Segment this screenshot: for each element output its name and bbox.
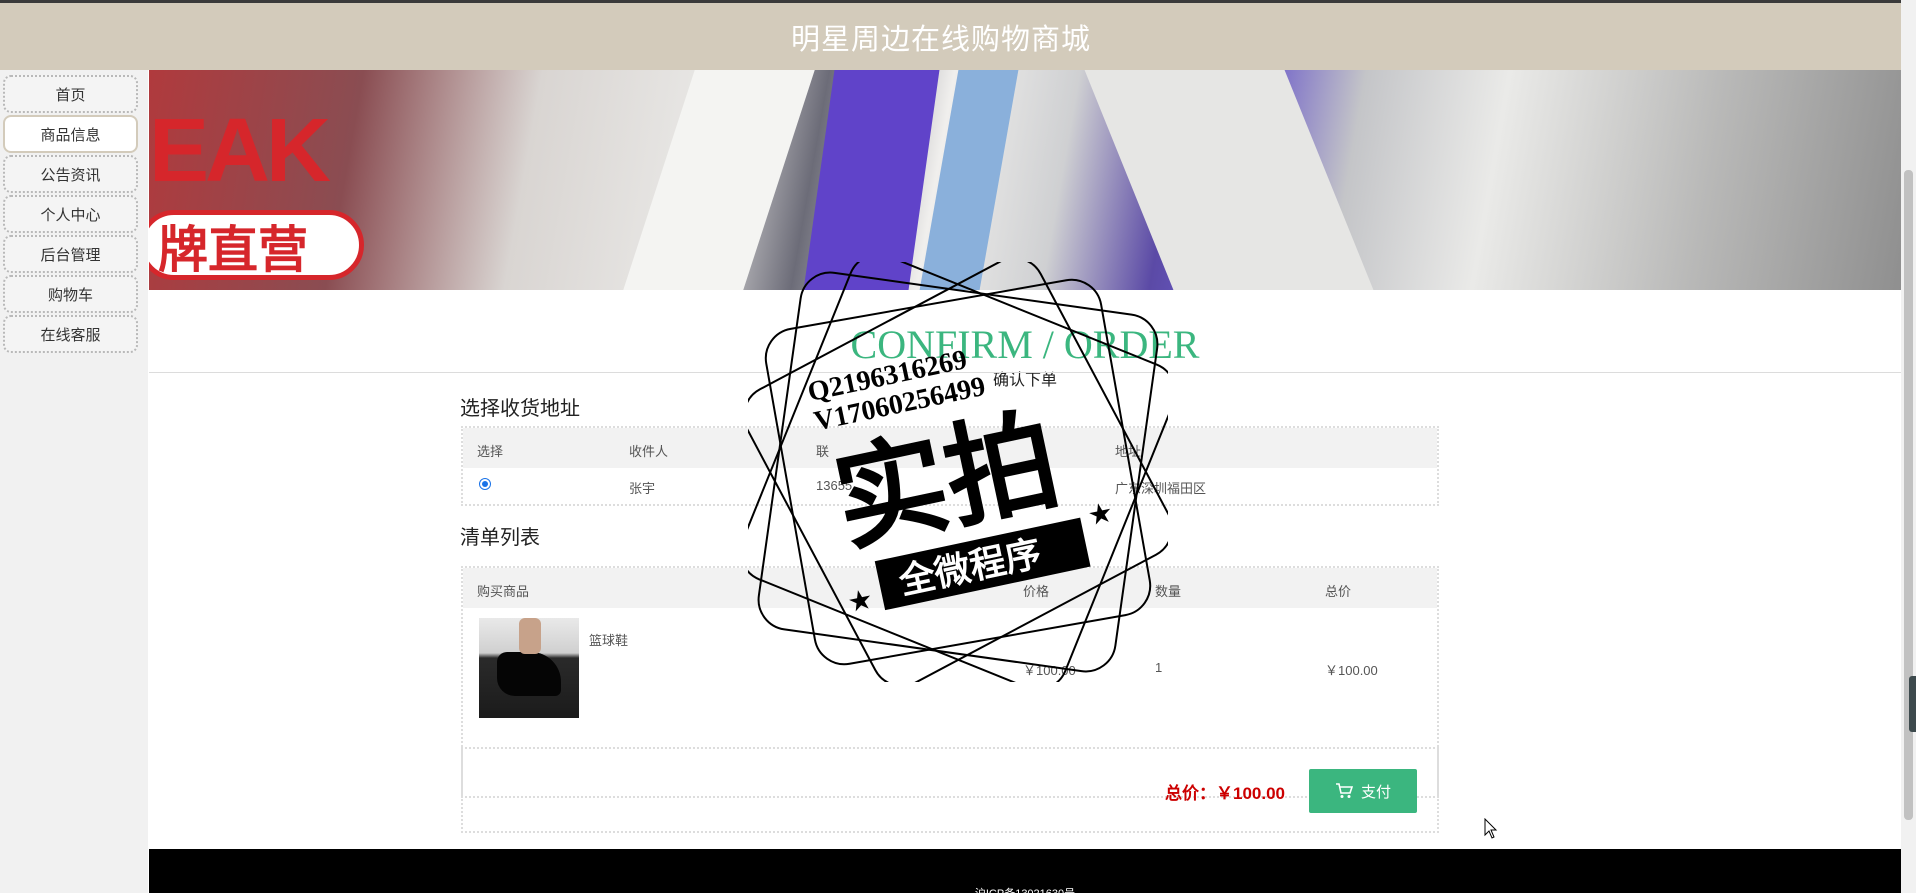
recipient-phone: 13655 [816, 478, 853, 493]
sidebar-item-products[interactable]: 商品信息 [3, 115, 138, 153]
banner-brand-graphic: EAK [149, 101, 331, 201]
section-divider [149, 372, 1901, 373]
order-summary: 总价：￥100.00 支付 [461, 747, 1439, 833]
pay-button-label: 支付 [1360, 783, 1391, 801]
sidebar-item-cart[interactable]: 购物车 [3, 275, 138, 313]
sidebar-item-profile[interactable]: 个人中心 [3, 195, 138, 233]
col-recipient: 收件人 [629, 444, 669, 459]
address-heading: 选择收货地址 [460, 398, 580, 420]
col-product: 购买商品 [477, 584, 530, 599]
sidebar-item-home[interactable]: 首页 [3, 75, 138, 113]
col-total: 总价 [1325, 584, 1352, 599]
section-subtitle: 确认下单 [992, 372, 1057, 389]
product-quantity: 1 [1155, 660, 1163, 675]
main-content: EAK 牌直营 CONFIRM / ORDER 确认下单 选择收货地址 选择 收… [149, 70, 1901, 893]
site-title: 明星周边在线购物商城 [790, 23, 1091, 56]
col-phone: 联 [816, 444, 830, 459]
banner-image: EAK 牌直营 [149, 70, 1901, 290]
cart-icon [1335, 783, 1353, 798]
sidebar-item-support[interactable]: 在线客服 [3, 315, 138, 353]
address-table-header: 选择 收件人 联 地址 [463, 428, 1437, 468]
mouse-cursor-icon [1484, 818, 1498, 839]
site-footer: 沪ICP备13021630号 [149, 849, 1901, 893]
sidebar-item-news[interactable]: 公告资讯 [3, 155, 138, 193]
recipient-address: 广东深圳福田区 [1115, 481, 1207, 496]
product-price: ￥100.00 [1023, 663, 1076, 678]
col-price: 价格 [1023, 584, 1050, 599]
recipient-name: 张宇 [629, 481, 656, 496]
sidebar-nav: 首页 商品信息 公告资讯 个人中心 后台管理 购物车 在线客服 [0, 70, 148, 893]
product-name[interactable]: 篮球鞋 [589, 630, 628, 649]
address-radio[interactable] [479, 478, 491, 490]
site-header: 明星周边在线购物商城 [0, 3, 1916, 70]
side-float-tab[interactable] [1909, 676, 1916, 732]
col-address: 地址 [1115, 444, 1142, 459]
sidebar-item-admin[interactable]: 后台管理 [3, 235, 138, 273]
order-list-heading: 清单列表 [460, 527, 540, 549]
col-select: 选择 [477, 444, 504, 459]
address-row[interactable]: 张宇 13655 广东深圳福田区 [463, 468, 1437, 504]
total-price: 总价：￥100.00 [1165, 784, 1285, 803]
order-table-header: 购买商品 价格 数量 总价 [463, 568, 1437, 608]
address-table: 选择 收件人 联 地址 张宇 13655 广东深圳福田区 [461, 426, 1439, 506]
product-total: ￥100.00 [1325, 663, 1378, 678]
pay-button[interactable]: 支付 [1309, 769, 1417, 813]
col-quantity: 数量 [1155, 584, 1182, 599]
icp-record: 沪ICP备13021630号 [149, 885, 1901, 893]
banner-brand-sub-graphic: 牌直营 [149, 210, 364, 280]
order-row: 篮球鞋 ￥100.00 1 ￥100.00 [463, 608, 1437, 728]
product-thumbnail[interactable] [479, 618, 579, 718]
